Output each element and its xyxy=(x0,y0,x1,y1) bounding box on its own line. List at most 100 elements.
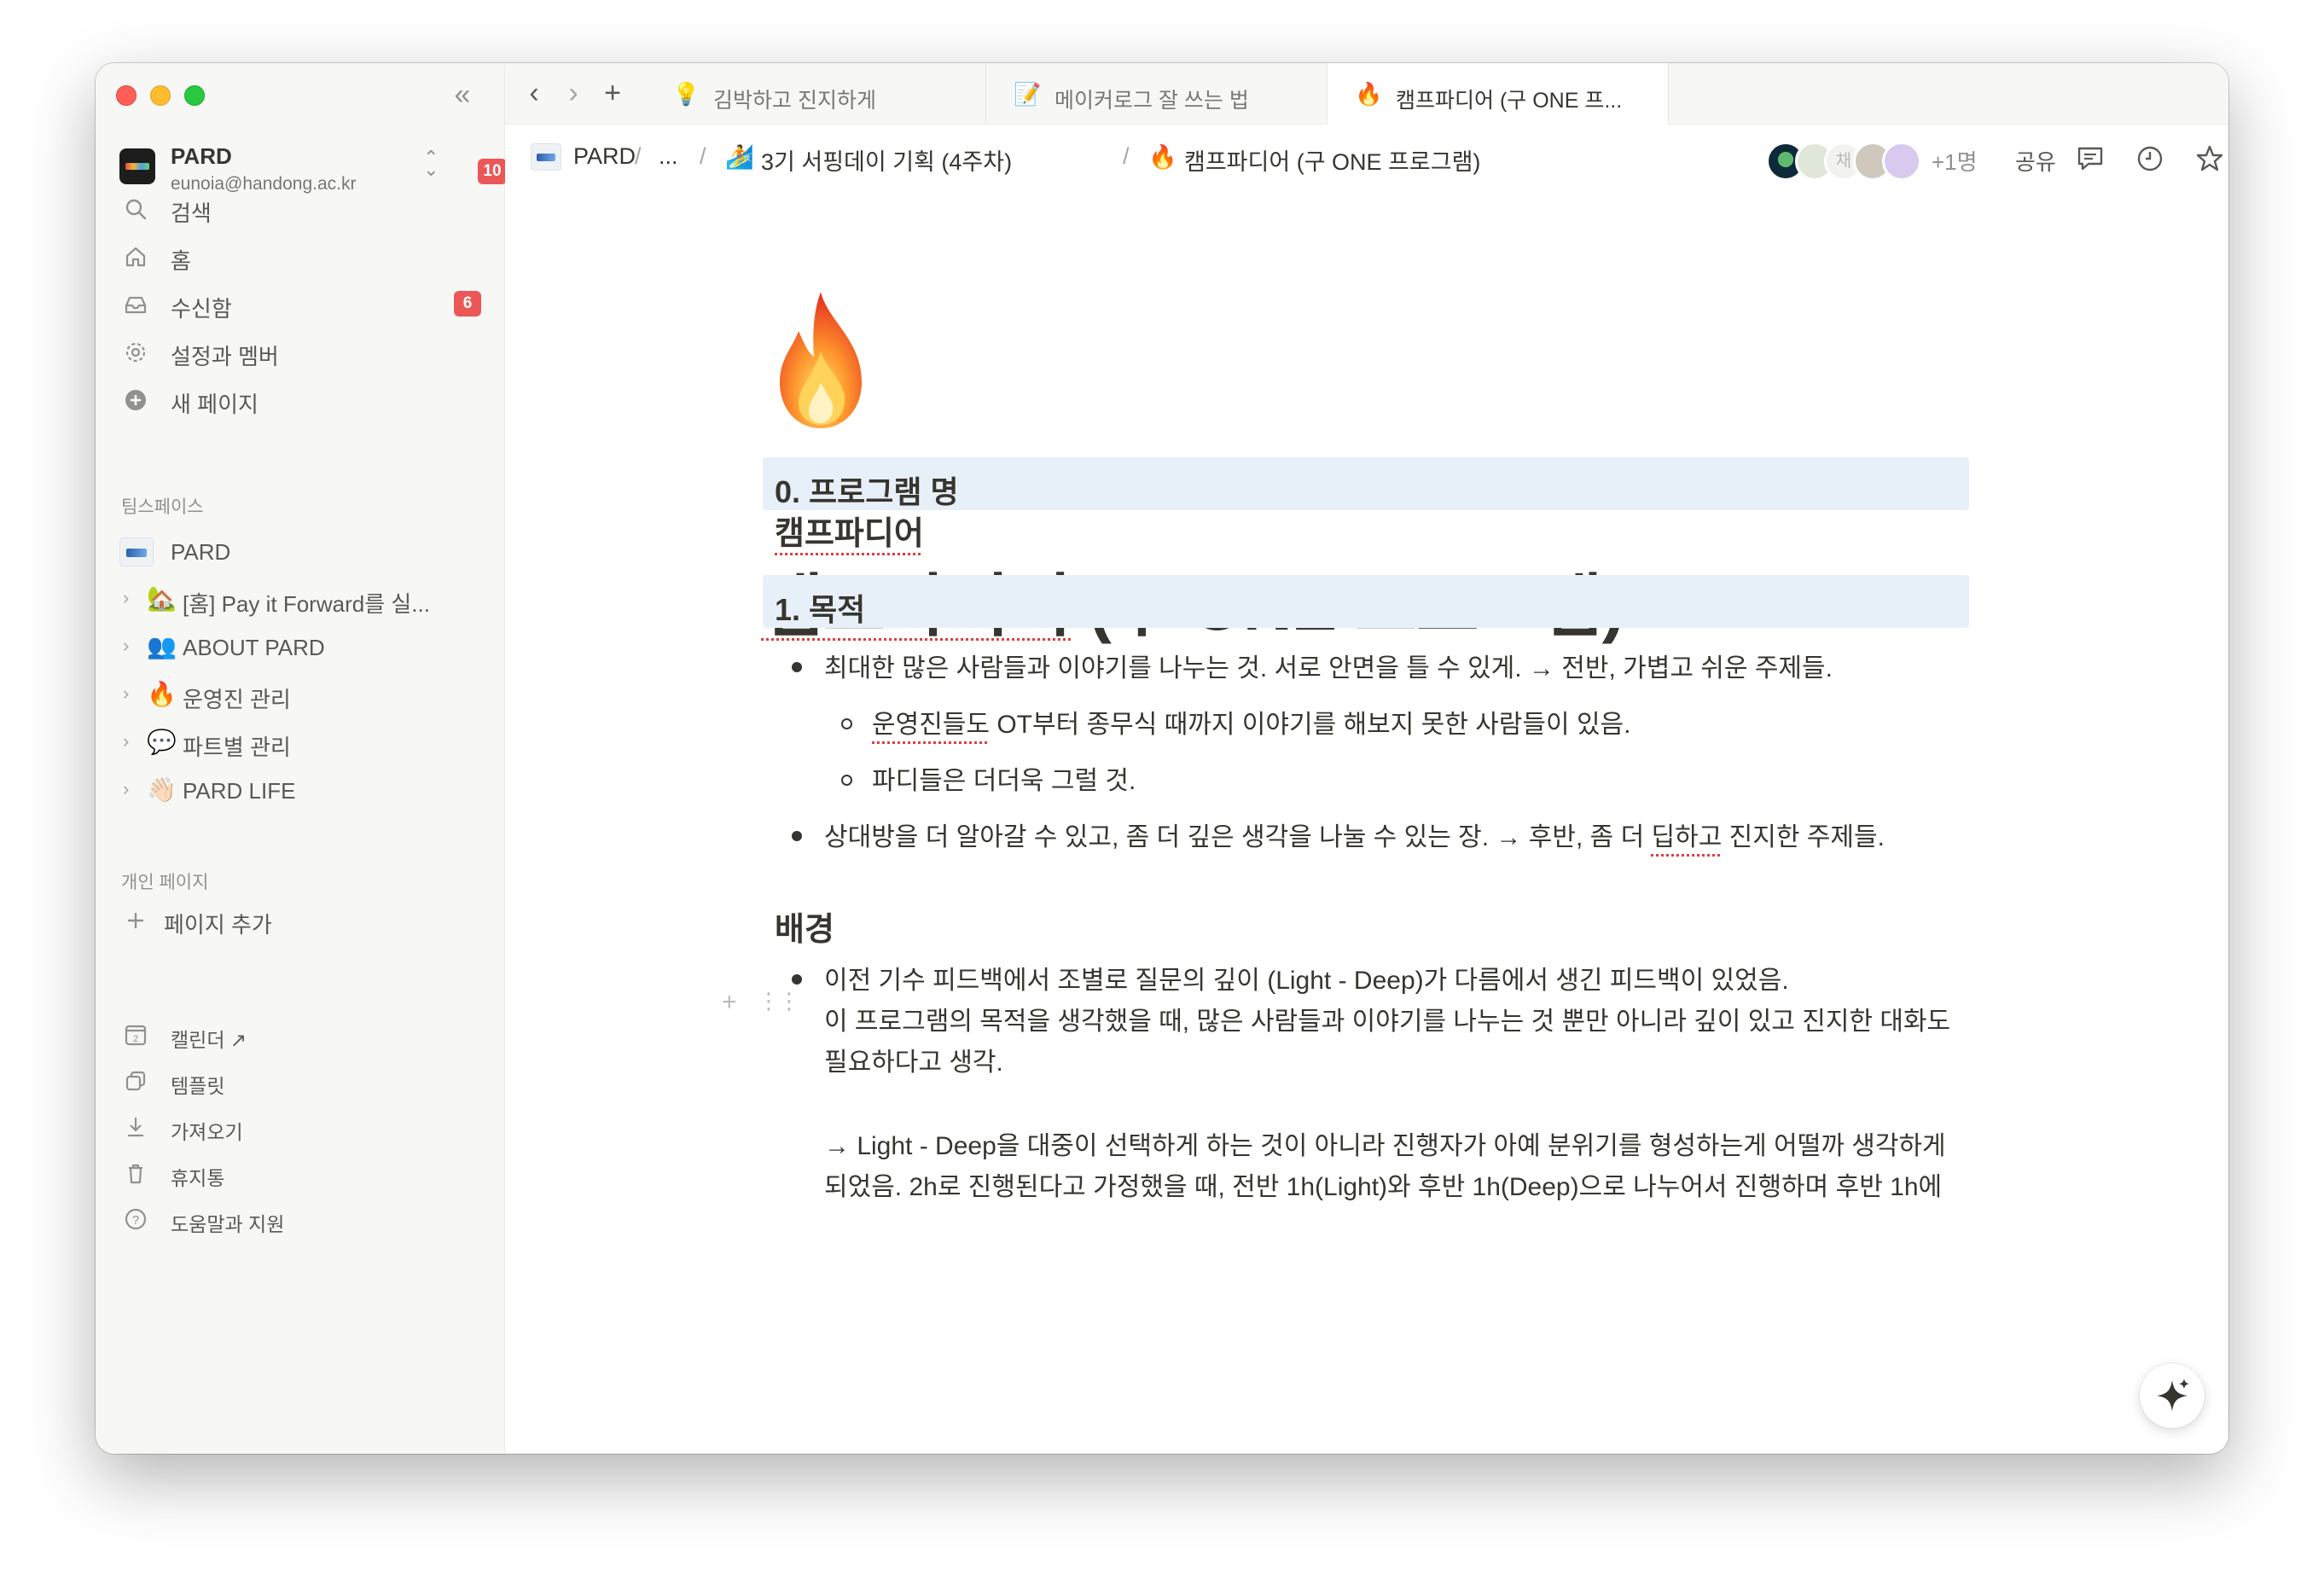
drag-handle-icon[interactable]: ⋮⋮ xyxy=(758,988,800,1014)
chevron-right-icon[interactable]: › xyxy=(123,587,129,609)
share-button[interactable]: 공유 xyxy=(2015,145,2056,177)
nav-label: 캘린더 ↗ xyxy=(171,1029,247,1051)
nav-templates[interactable]: 템플릿 xyxy=(119,1061,486,1099)
sidebar-item-parts[interactable]: › 💬 파트별 관리 xyxy=(119,720,486,763)
tab-bar: ‹ › + 💡 김박하고 진지하게 📝 메이커로그 잘 쓰는 법 🔥 캠프파디어… xyxy=(505,63,2228,125)
breadcrumb-separator: / xyxy=(1123,143,1130,169)
star-icon[interactable] xyxy=(2191,140,2228,177)
sidebar-item-staff[interactable]: › 🔥 운영진 관리 xyxy=(119,672,486,715)
fire-icon: 🔥 xyxy=(1355,81,1383,107)
nav-import[interactable]: 가져오기 xyxy=(119,1107,486,1145)
program-name-heading[interactable]: 캠프파디어 xyxy=(775,507,924,554)
spellcheck-word: 운영진들도 xyxy=(872,711,990,739)
breadcrumb-separator: / xyxy=(635,143,642,169)
add-page-button[interactable]: 페이지 추가 xyxy=(119,899,486,940)
nav-label: 수신함 xyxy=(171,296,232,322)
sidebar-item-about-pard[interactable]: › 👥 ABOUT PARD xyxy=(119,624,486,667)
sparkle-icon xyxy=(2157,1379,2189,1411)
nav-home[interactable]: 홈 xyxy=(119,235,486,276)
bullet-point xyxy=(792,831,802,841)
bullet-text[interactable]: 최대한 많은 사람들과 이야기를 나누는 것. 서로 안면을 틀 수 있게. →… xyxy=(824,647,1833,684)
heading-text: 1. 목적 xyxy=(775,592,866,627)
chevron-right-icon[interactable]: › xyxy=(123,778,129,800)
clock-icon[interactable] xyxy=(2131,140,2169,177)
sidebar-item-home-page[interactable]: › 🏡 [홈] Pay it Forward를 실... xyxy=(119,577,486,619)
sidebar-item-label: PARD LIFE xyxy=(183,778,296,804)
bullet-text[interactable]: → Light - Deep을 대중이 선택하게 하는 것이 아니라 진행자가 … xyxy=(824,1124,1946,1162)
help-icon: ? xyxy=(125,1208,147,1230)
spellcheck-word: 딥하고 xyxy=(1651,823,1723,851)
tab-label: 캠프파디어 (구 ONE 프... xyxy=(1396,89,1623,113)
surf-icon: 🏄 xyxy=(725,144,754,170)
pard-logo xyxy=(531,143,561,171)
breadcrumb-root[interactable]: PARD xyxy=(573,143,636,170)
avatar[interactable] xyxy=(1882,142,1921,181)
svg-text:2: 2 xyxy=(133,1034,138,1044)
nav-trash[interactable]: 휴지통 xyxy=(119,1153,486,1191)
ai-assistant-button[interactable] xyxy=(2140,1363,2205,1428)
back-arrow-icon[interactable]: ‹ xyxy=(517,77,551,111)
gear-icon xyxy=(125,342,146,363)
chevron-right-icon[interactable]: › xyxy=(123,683,129,705)
zoom-window-button[interactable] xyxy=(184,85,205,106)
tab-2[interactable]: 📝 메이커로그 잘 쓰는 법 xyxy=(986,63,1328,125)
bullet-text[interactable]: 상대방을 더 알아갈 수 있고, 좀 더 깊은 생각을 나눌 수 있는 장. →… xyxy=(824,816,1885,853)
chevron-right-icon[interactable]: › xyxy=(123,730,129,752)
tab-3-active[interactable]: 🔥 캠프파디어 (구 ONE 프... xyxy=(1328,63,1669,125)
forward-arrow-icon[interactable]: › xyxy=(556,77,590,111)
nav-new-page[interactable]: 새 페이지 xyxy=(119,379,486,420)
collapse-sidebar-icon[interactable]: « xyxy=(445,80,479,111)
plus-icon xyxy=(128,913,143,928)
nav-calendar[interactable]: 2 캘린더 ↗ xyxy=(119,1015,486,1053)
new-tab-plus-icon[interactable]: + xyxy=(596,77,630,111)
breadcrumb-current[interactable]: 캠프파디어 (구 ONE 프로그램) xyxy=(1184,143,1480,177)
heading-text: 캠프파디어 xyxy=(775,516,924,552)
more-users-count[interactable]: +1명 xyxy=(1932,145,1978,177)
nav-label: 휴지통 xyxy=(171,1167,225,1189)
tab-1[interactable]: 💡 김박하고 진지하게 xyxy=(645,63,986,125)
workspace-logo xyxy=(119,148,155,184)
sidebar-item-pard-life[interactable]: › 👋🏻 PARD LIFE xyxy=(119,768,486,810)
fire-icon: 🔥 xyxy=(1148,144,1177,170)
nav-search[interactable]: 검색 xyxy=(119,188,486,229)
sub-bullet-text[interactable]: 운영진들도 OT부터 종무식 때까지 이야기를 해보지 못한 사람들이 있음. xyxy=(872,703,1630,741)
section-heading-purpose[interactable]: 1. 목적 xyxy=(763,575,1969,628)
add-block-plus-icon[interactable]: + xyxy=(722,988,737,1017)
bullet-text[interactable]: 이 프로그램의 목적을 생각했을 때, 많은 사람들과 이야기를 나누는 것 뿐… xyxy=(824,1000,1950,1037)
breadcrumb-ellipsis[interactable]: ... xyxy=(659,143,678,170)
close-window-button[interactable] xyxy=(116,85,137,106)
waving-hand-icon: 👋🏻 xyxy=(147,776,177,803)
sidebar-item-label: [홈] Pay it Forward를 실... xyxy=(183,591,430,617)
teamspace-root[interactable]: PARD xyxy=(119,529,486,572)
svg-text:?: ? xyxy=(132,1213,139,1228)
bullet-text[interactable]: 되었음. 2h로 진행된다고 가정했을 때, 전반 1h(Light)와 후반 … xyxy=(824,1165,1942,1203)
bullet-point xyxy=(792,974,802,985)
sub-bullet-text[interactable]: 파디들은 더더욱 그럴 것. xyxy=(872,759,1136,797)
private-section-label: 개인 페이지 xyxy=(121,873,209,892)
background-heading[interactable]: 배경 xyxy=(775,903,834,950)
heading-text: 0. 프로그램 명 xyxy=(775,474,959,509)
inbox-badge: 6 xyxy=(454,291,481,317)
nav-inbox[interactable]: 수신함 6 xyxy=(119,283,486,324)
fire-icon[interactable] xyxy=(761,287,880,432)
tab-label: 메이커로그 잘 쓰는 법 xyxy=(1055,89,1249,113)
template-icon xyxy=(125,1071,146,1091)
plus-circle-icon xyxy=(125,390,146,410)
nav-label: 홈 xyxy=(171,248,191,274)
download-icon xyxy=(128,1118,143,1137)
bullet-text-part: 진지한 주제들. xyxy=(1722,823,1885,851)
sub-bullet-point xyxy=(841,775,852,786)
bullet-text[interactable]: 필요하다고 생각. xyxy=(824,1041,1003,1078)
nav-label: 도움말과 지원 xyxy=(171,1213,285,1235)
section-heading-program-name[interactable]: 0. 프로그램 명 xyxy=(763,457,1969,510)
breadcrumb-parent[interactable]: 3기 서핑데이 기획 (4주차) xyxy=(761,143,1012,177)
chevron-right-icon[interactable]: › xyxy=(123,635,129,657)
notion-window: « PARD eunoia@handong.ac.kr ⌃ ⌄ 10 검색 홈 수… xyxy=(96,63,2228,1454)
nav-settings[interactable]: 설정과 멤버 xyxy=(119,331,486,372)
nav-help[interactable]: ? 도움말과 지원 xyxy=(119,1200,486,1237)
house-icon: 🏡 xyxy=(147,585,177,612)
chevron-updown-icon: ⌃ ⌄ xyxy=(423,147,439,180)
minimize-window-button[interactable] xyxy=(150,85,171,106)
comment-icon[interactable] xyxy=(2071,140,2109,177)
bullet-text[interactable]: 이전 기수 피드백에서 조별로 질문의 깊이 (Light - Deep)가 다… xyxy=(824,959,1789,996)
